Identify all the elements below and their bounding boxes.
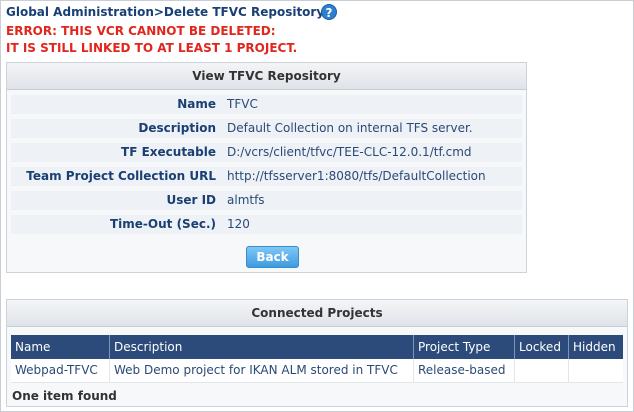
field-label: Team Project Collection URL	[26, 169, 216, 183]
field-value: almtfs	[227, 193, 265, 207]
connected-projects-panel: Connected Projects Name Description Proj…	[6, 299, 628, 407]
field-label: TF Executable	[121, 145, 216, 159]
field-row-tf-executable: TF Executable D:/vcrs/client/tfvc/TEE-CL…	[11, 143, 522, 162]
cell-locked	[514, 359, 568, 382]
result-count: One item found	[12, 389, 117, 403]
column-header-hidden[interactable]: Hidden	[568, 335, 625, 359]
field-label: User ID	[166, 193, 216, 207]
breadcrumb[interactable]: Global Administration>Delete TFVC Reposi…	[6, 5, 324, 19]
cell-hidden	[568, 359, 625, 382]
field-row-name: Name TFVC	[11, 95, 522, 114]
table-row[interactable]: Webpad-TFVC Web Demo project for IKAN AL…	[11, 359, 623, 383]
field-label: Name	[177, 97, 216, 111]
field-row-collection-url: Team Project Collection URL http://tfsse…	[11, 167, 522, 186]
field-row-user-id: User ID almtfs	[11, 191, 522, 210]
cell-project-type: Release-based	[413, 359, 514, 382]
field-row-timeout: Time-Out (Sec.) 120	[11, 215, 522, 234]
field-label: Time-Out (Sec.)	[109, 217, 216, 231]
cell-name[interactable]: Webpad-TFVC	[11, 359, 109, 382]
panel-title: View TFVC Repository	[7, 63, 526, 90]
field-value: 120	[227, 217, 250, 231]
table-header: Name Description Project Type Locked Hid…	[11, 335, 623, 359]
cell-description: Web Demo project for IKAN ALM stored in …	[109, 359, 413, 382]
help-icon[interactable]: ?	[321, 4, 337, 20]
panel-title: Connected Projects	[7, 300, 627, 327]
view-tfvc-panel: View TFVC Repository Name TFVC Descripti…	[6, 62, 527, 273]
column-header-description[interactable]: Description	[109, 335, 413, 359]
field-label: Description	[138, 121, 216, 135]
column-header-project-type[interactable]: Project Type	[413, 335, 514, 359]
back-button[interactable]: Back	[246, 246, 299, 268]
column-header-locked[interactable]: Locked	[514, 335, 568, 359]
field-value: http://tfsserver1:8080/tfs/DefaultCollec…	[227, 169, 486, 183]
field-value: TFVC	[227, 97, 258, 111]
error-message-line-1: ERROR: THIS VCR CANNOT BE DELETED:	[6, 24, 276, 38]
field-row-description: Description Default Collection on intern…	[11, 119, 522, 138]
field-value: Default Collection on internal TFS serve…	[227, 121, 473, 135]
error-message-line-2: IT IS STILL LINKED TO AT LEAST 1 PROJECT…	[6, 41, 298, 55]
column-header-name[interactable]: Name	[11, 335, 109, 359]
field-value: D:/vcrs/client/tfvc/TEE-CLC-12.0.1/tf.cm…	[227, 145, 472, 159]
